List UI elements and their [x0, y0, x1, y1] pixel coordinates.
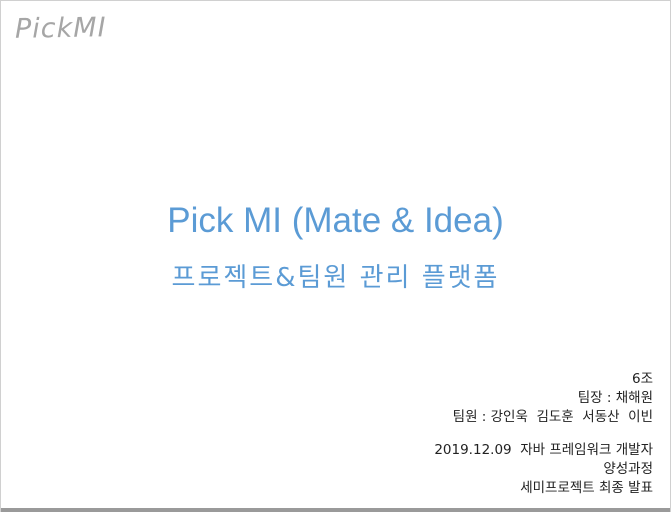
- team-members: 팀원 : 강인욱 김도훈 서동산 이빈: [452, 409, 653, 425]
- team-number: 6조: [631, 371, 653, 387]
- presentation-name: 세미프로젝트 최종 발표: [520, 480, 653, 496]
- team-leader: 팀장 : 채해원: [577, 390, 653, 406]
- date-course: 2019.12.09 자바 프레임워크 개발자: [434, 442, 653, 458]
- presentation-slide: PickMI Pick MI (Mate & Idea) 프로젝트&팀원 관리 …: [0, 0, 671, 512]
- slide-subtitle: 프로젝트&팀원 관리 플랫폼: [171, 263, 500, 293]
- pickmi-logo: PickMI: [14, 12, 107, 45]
- course-name: 양성과정: [603, 461, 653, 477]
- slide-bottom-edge: [1, 508, 670, 512]
- team-info-block: 6조 팀장 : 채해원 팀원 : 강인욱 김도훈 서동산 이빈 2019.12.…: [434, 370, 653, 498]
- slide-title: Pick MI (Mate & Idea): [167, 201, 504, 240]
